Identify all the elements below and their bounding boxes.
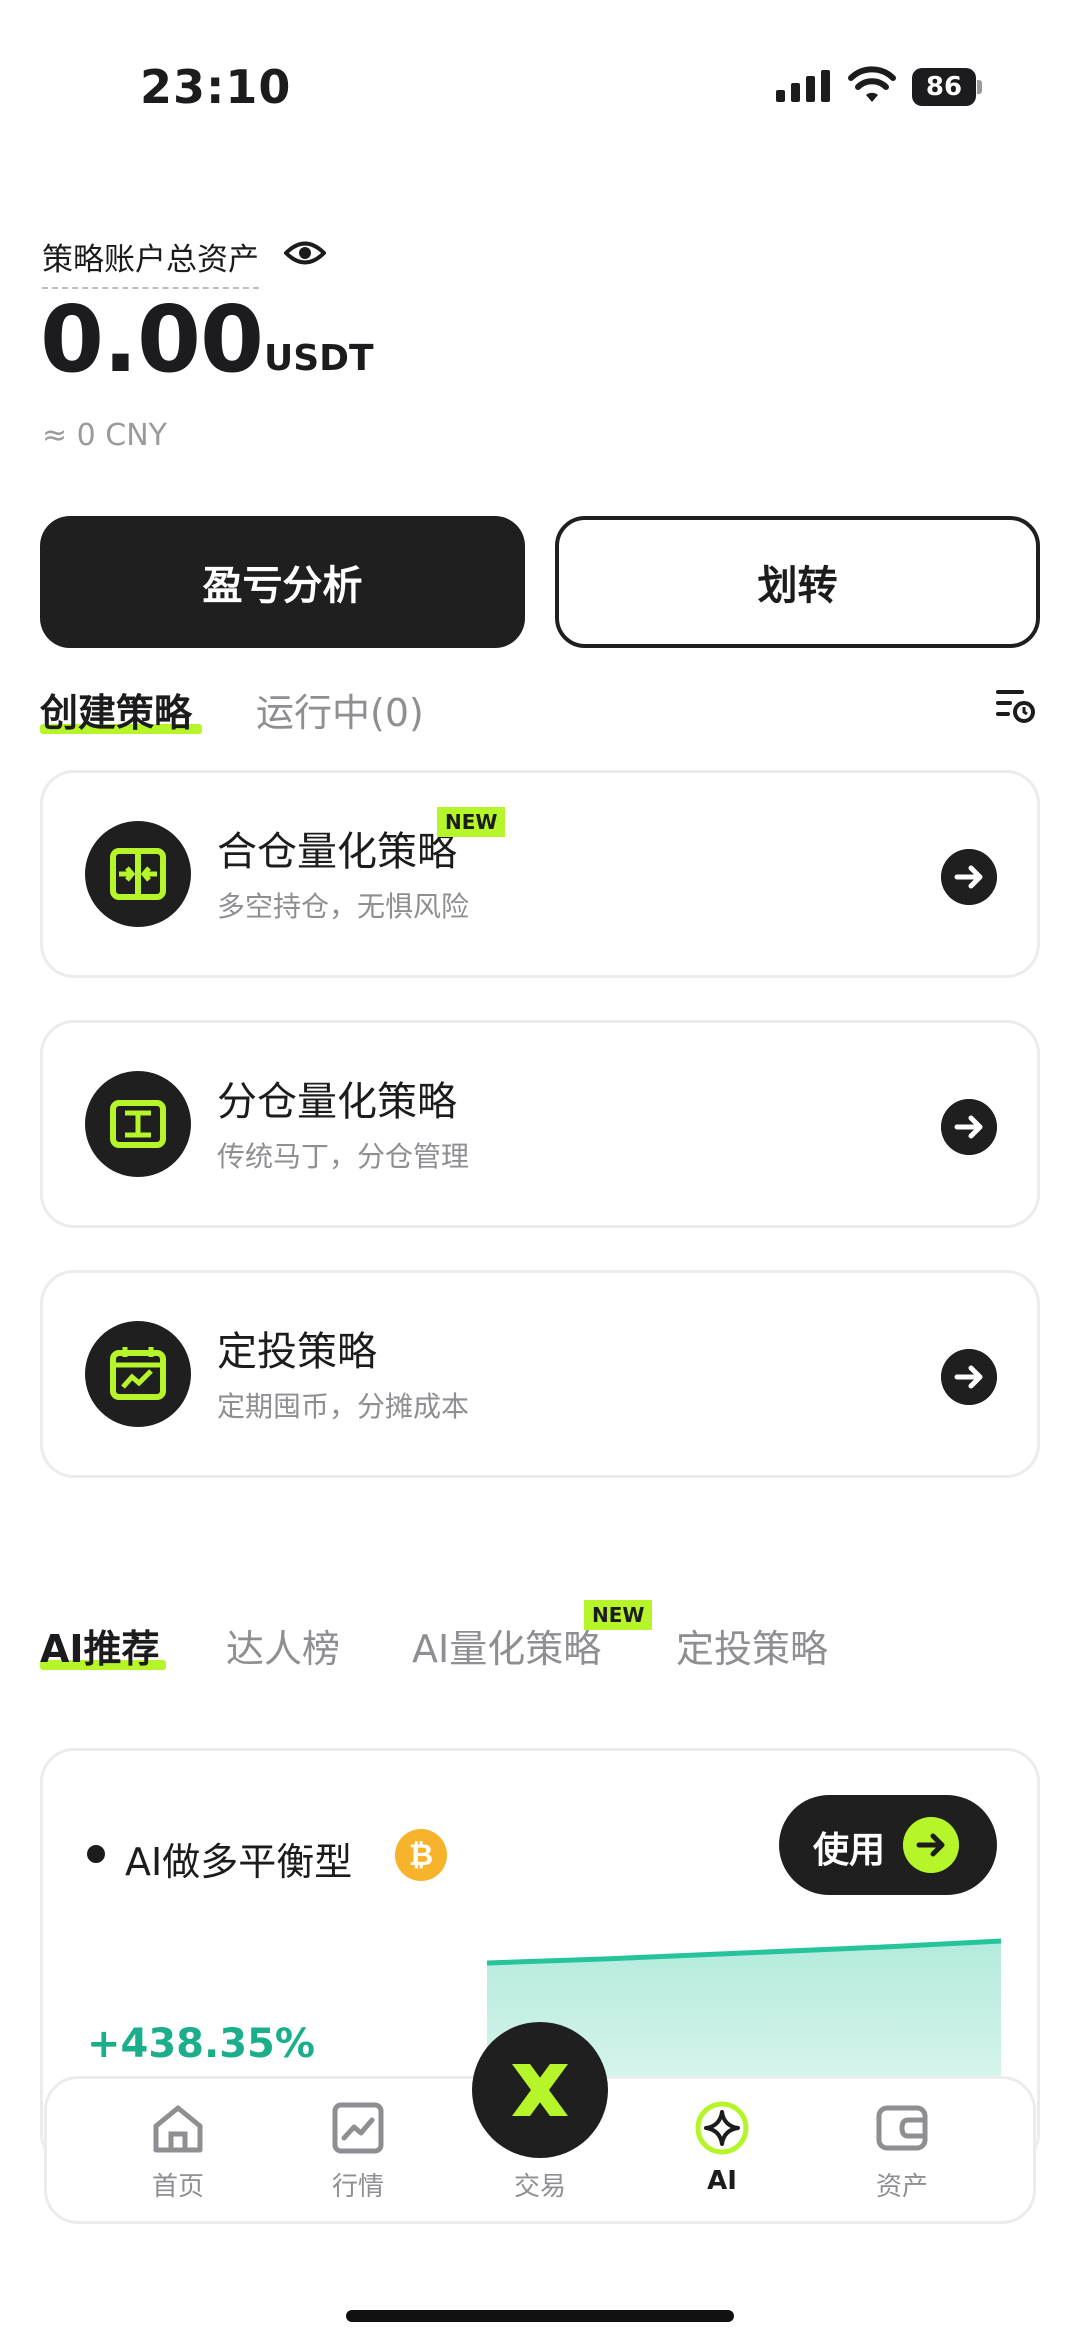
nav-market[interactable]: 行情 [298, 2100, 418, 2210]
balance-cny: ≈ 0 CNY [42, 418, 168, 453]
nav-label: 资产 [875, 2172, 928, 2202]
nav-label: 首页 [151, 2172, 204, 2202]
battery-icon: 86 [912, 68, 982, 106]
use-button[interactable]: 使用 [779, 1795, 997, 1895]
strategy-card-split[interactable]: 分仓量化策略 传统马丁，分仓管理 [40, 1020, 1040, 1228]
arrow-right-icon [903, 1817, 959, 1873]
chart-icon [332, 2102, 384, 2154]
tab-running[interactable]: 运行中(0) [256, 682, 424, 737]
arrow-right-icon[interactable] [941, 849, 997, 905]
wifi-icon [848, 66, 896, 102]
pnl-analysis-button[interactable]: 盈亏分析 [40, 516, 525, 648]
arrow-right-icon[interactable] [941, 1099, 997, 1155]
eye-icon[interactable] [284, 238, 326, 268]
history-filter-icon[interactable] [994, 684, 1036, 726]
transfer-button[interactable]: 划转 [555, 516, 1040, 648]
battery-level: 86 [912, 68, 976, 106]
nav-assets[interactable]: 资产 [842, 2100, 962, 2210]
strategy-title: 合仓量化策略 [217, 829, 457, 875]
status-time: 23:10 [140, 60, 292, 114]
nav-label: 行情 [331, 2172, 384, 2202]
combined-strategy-icon [85, 821, 191, 927]
strategy-title: 分仓量化策略 [217, 1079, 457, 1125]
nav-label: AI [707, 2166, 737, 2196]
tab-dca[interactable]: 定投策略 [676, 1618, 828, 1673]
tab-leaderboard[interactable]: 达人榜 [226, 1618, 340, 1673]
nav-home[interactable]: 首页 [118, 2100, 238, 2210]
arrow-right-icon[interactable] [941, 1349, 997, 1405]
strategy-card-combined[interactable]: 合仓量化策略 NEW 多空持仓，无惧风险 [40, 770, 1040, 978]
recommendation-title: AI做多平衡型 [125, 1840, 353, 1884]
strategy-title: 定投策略 [217, 1329, 377, 1375]
nav-label: 交易 [513, 2172, 566, 2202]
strategy-subtitle: 定期囤币，分摊成本 [217, 1390, 470, 1423]
home-icon [153, 2105, 203, 2153]
signal-icon [776, 70, 830, 102]
balance-unit: USDT [264, 338, 374, 379]
new-badge: NEW [437, 807, 506, 837]
home-indicator [346, 2310, 734, 2322]
new-badge: NEW [584, 1600, 653, 1630]
tab-ai-recommend[interactable]: AI推荐 [40, 1618, 160, 1673]
return-percentage: +438.35% [87, 2021, 315, 2067]
nav-ai[interactable]: AI [662, 2100, 782, 2210]
wallet-icon [876, 2105, 928, 2151]
use-label: 使用 [813, 1830, 886, 1871]
status-bar: 23:10 86 [0, 0, 1080, 160]
nav-trade[interactable]: 交易 [480, 2100, 600, 2210]
strategy-card-dca[interactable]: 定投策略 定期囤币，分摊成本 [40, 1270, 1040, 1478]
split-strategy-icon [85, 1071, 191, 1177]
strategy-subtitle: 多空持仓，无惧风险 [217, 890, 470, 923]
bullet-dot [87, 1845, 105, 1863]
tab-ai-quant[interactable]: AI量化策略 [412, 1618, 601, 1673]
ai-icon [695, 2101, 749, 2155]
tab-create-strategy[interactable]: 创建策略 [40, 682, 192, 737]
balance-value: 0.00 [40, 286, 264, 393]
calendar-icon [85, 1321, 191, 1427]
account-total-label: 策略账户总资产 [42, 234, 259, 289]
bitcoin-icon: ₿ [395, 1829, 447, 1881]
strategy-subtitle: 传统马丁，分仓管理 [217, 1140, 470, 1173]
